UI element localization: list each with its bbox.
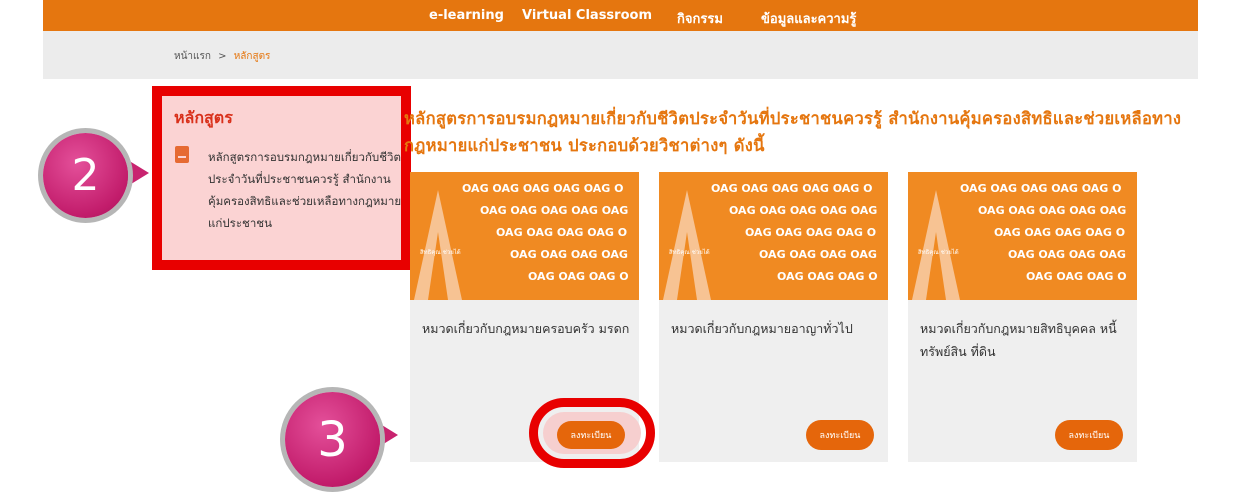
page-heading: หลักสูตรการอบรมกฎหมายเกี่ยวกับชีวิตประจำ… — [404, 109, 1182, 155]
svg-text:OAG OAG OAG OAG: OAG OAG OAG OAG — [759, 248, 877, 261]
enroll-button-family[interactable]: ลงทะเบียน — [557, 421, 625, 449]
breadcrumb-home[interactable]: หน้าแรก — [174, 51, 211, 62]
svg-text:OAG OAG OAG OAG: OAG OAG OAG OAG — [1008, 248, 1126, 261]
oag-logo-banner: สิทธิคุณ ช่วยได้ OAG OAG OAG OAG OAG O O… — [663, 182, 878, 300]
breadcrumb-current: หลักสูตร — [233, 51, 271, 62]
svg-text:OAG OAG OAG OAG O: OAG OAG OAG OAG O — [745, 226, 876, 239]
oag-logo-banner: สิทธิคุณ ช่วยได้ OAG OAG OAG OAG OAG O O… — [912, 182, 1127, 300]
step-badge-3: 3 — [285, 392, 380, 487]
logo-caption: สิทธิคุณ ช่วยได้ — [420, 248, 461, 256]
step-badge-2: 2 — [43, 133, 128, 218]
breadcrumb-bar: หน้าแรก > หลักสูตร — [43, 31, 1198, 79]
svg-text:OAG OAG OAG OAG OAG O: OAG OAG OAG OAG OAG O — [462, 182, 624, 195]
course-card-title[interactable]: หมวดเกี่ยวกับกฎหมายครอบครัว มรดก — [422, 317, 632, 340]
top-nav-bar: e-learning Virtual Classroom กิจกรรม ข้อ… — [43, 0, 1198, 31]
svg-text:OAG OAG OAG OAG OAG: OAG OAG OAG OAG OAG — [480, 204, 628, 217]
svg-text:OAG OAG OAG OAG O: OAG OAG OAG OAG O — [994, 226, 1125, 239]
course-card-image: สิทธิคุณ ช่วยได้ OAG OAG OAG OAG OAG O O… — [659, 172, 888, 300]
course-card-title[interactable]: หมวดเกี่ยวกับกฎหมายอาญาทั่วไป — [671, 317, 881, 340]
svg-text:OAG OAG OAG OAG OAG: OAG OAG OAG OAG OAG — [729, 204, 877, 217]
oag-logo-banner: สิทธิคุณ ช่วยได้ OAG OAG OAG OAG OAG O O… — [414, 182, 629, 300]
nav-activities[interactable]: กิจกรรม — [677, 8, 723, 29]
sidebar-item-course[interactable]: หลักสูตรการอบรมกฎหมายเกี่ยวกับชีวิตประจำ… — [208, 146, 406, 234]
enroll-button-criminal[interactable]: ลงทะเบียน — [806, 420, 874, 450]
svg-text:OAG OAG OAG O: OAG OAG OAG O — [777, 270, 878, 283]
book-icon — [175, 146, 189, 163]
svg-text:OAG OAG OAG OAG: OAG OAG OAG OAG — [510, 248, 628, 261]
course-card-image: สิทธิคุณ ช่วยได้ OAG OAG OAG OAG OAG O O… — [410, 172, 639, 300]
nav-knowledge[interactable]: ข้อมูลและความรู้ — [761, 8, 856, 29]
sidebar-title: หลักสูตร — [174, 108, 233, 127]
course-card-image: สิทธิคุณ ช่วยได้ OAG OAG OAG OAG OAG O O… — [908, 172, 1137, 300]
sidebar-panel: หลักสูตร หลักสูตรการอบรมกฎหมายเกี่ยวกับช… — [162, 96, 401, 260]
svg-text:OAG OAG OAG O: OAG OAG OAG O — [528, 270, 629, 283]
breadcrumb-separator: > — [218, 51, 227, 62]
svg-text:OAG OAG OAG O: OAG OAG OAG O — [1026, 270, 1127, 283]
course-card-title[interactable]: หมวดเกี่ยวกับกฎหมายสิทธิบุคคล หนี้ ทรัพย… — [920, 317, 1130, 363]
breadcrumb: หน้าแรก > หลักสูตร — [174, 49, 270, 64]
svg-text:OAG OAG OAG OAG O: OAG OAG OAG OAG O — [496, 226, 627, 239]
svg-text:OAG OAG OAG OAG OAG O: OAG OAG OAG OAG OAG O — [711, 182, 873, 195]
nav-e-learning[interactable]: e-learning — [429, 8, 504, 23]
svg-text:OAG OAG OAG OAG OAG: OAG OAG OAG OAG OAG — [978, 204, 1126, 217]
nav-virtual-classroom[interactable]: Virtual Classroom — [522, 8, 652, 23]
svg-text:OAG OAG OAG OAG OAG O: OAG OAG OAG OAG OAG O — [960, 182, 1122, 195]
logo-caption: สิทธิคุณ ช่วยได้ — [669, 248, 710, 256]
enroll-button-civil[interactable]: ลงทะเบียน — [1055, 420, 1123, 450]
logo-caption: สิทธิคุณ ช่วยได้ — [918, 248, 959, 256]
sidebar-highlight-frame: หลักสูตร หลักสูตรการอบรมกฎหมายเกี่ยวกับช… — [152, 86, 411, 270]
course-card-criminal: สิทธิคุณ ช่วยได้ OAG OAG OAG OAG OAG O O… — [659, 172, 888, 462]
course-card-civil: สิทธิคุณ ช่วยได้ OAG OAG OAG OAG OAG O O… — [908, 172, 1137, 462]
